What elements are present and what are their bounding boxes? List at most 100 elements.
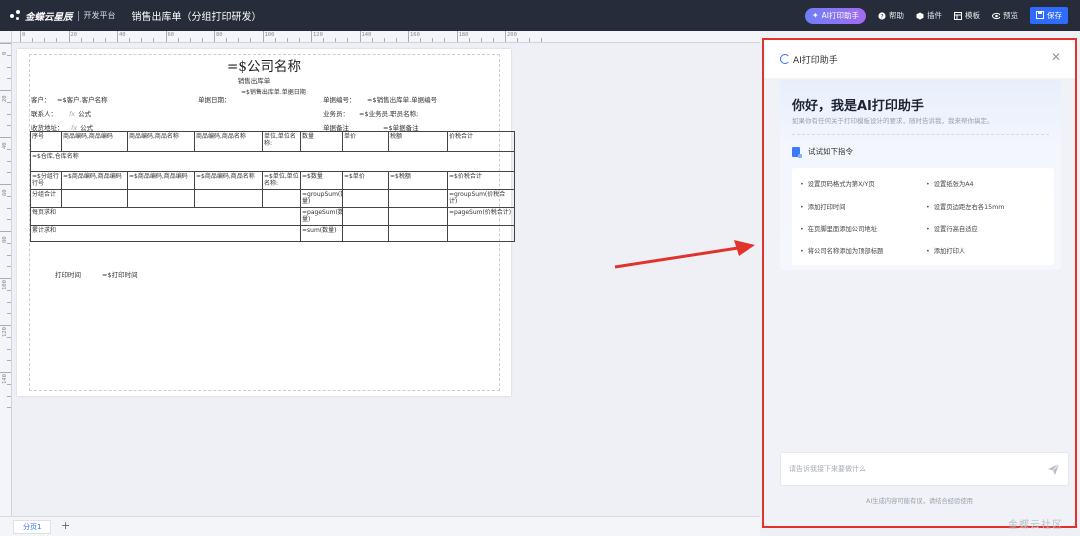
tab-page-1[interactable]: 分页1 (13, 520, 52, 534)
ruler-tick (286, 38, 288, 42)
table-cell[interactable] (342, 225, 389, 242)
table-cell[interactable] (388, 189, 448, 208)
ruler-tick (92, 38, 94, 42)
table-cell[interactable]: 分组合计 (30, 189, 62, 208)
table-cell[interactable]: =groupSum(价税合计) (447, 189, 515, 208)
close-icon[interactable]: ✕ (1051, 50, 1061, 64)
table-cell[interactable]: =$税额 (388, 171, 448, 190)
table-cell[interactable]: =$商品编码,商品编码 (61, 171, 128, 190)
ruler-tick (0, 231, 11, 232)
salesman-label[interactable]: 业务员： (323, 108, 349, 118)
command-item[interactable]: 设置纸张为A4 (926, 179, 974, 188)
ruler-tick (7, 54, 11, 56)
ruler-label: 60 (167, 32, 175, 38)
ruler-label: 100 (264, 32, 275, 38)
ruler-tick (7, 78, 11, 80)
table-header-row: 序号 商品编码,商品编码 商品编码,商品名称 商品编码,商品名称 单位,单位名称… (30, 131, 515, 152)
ruler-tick (7, 336, 11, 338)
table-cell[interactable]: 价税合计 (447, 131, 515, 152)
preview-button[interactable]: 预览 (992, 10, 1018, 21)
ai-assistant-button[interactable]: ✦ AI打印助手 (804, 7, 866, 24)
ruler-tick (274, 38, 276, 42)
salesman-field[interactable]: =$业务员.职员名称; (359, 108, 418, 118)
print-page[interactable]: =$公司名称 销售出库单 客户： =$客户.客户名称 单据日期： =$销售出库单… (17, 49, 515, 396)
table-cell[interactable] (447, 225, 515, 242)
table-cell[interactable]: 税额 (388, 131, 448, 152)
help-icon: ? (878, 11, 886, 20)
logo: 金蝶云星辰 开发平台 (10, 9, 116, 23)
customer-field[interactable]: =$客户.客户名称 (57, 94, 108, 104)
add-page-button[interactable]: + (61, 519, 70, 532)
preview-label: 预览 (1003, 11, 1018, 20)
ruler-tick (20, 31, 21, 42)
table-cell[interactable] (194, 189, 263, 208)
send-icon[interactable] (1047, 463, 1060, 476)
table-cell[interactable]: =sum(数量) (300, 225, 343, 242)
table-cell[interactable]: 商品编码,商品名称 (127, 131, 195, 152)
table-cell[interactable]: 累计求和 (30, 225, 301, 242)
command-item[interactable]: 将公司名称添加为顶部标题 (800, 246, 884, 255)
horizontal-ruler[interactable]: 0 20 40 60 80 100 120 140 160 180 200 (12, 31, 760, 43)
date-field[interactable]: =$销售出库单.单据日期 (241, 89, 313, 96)
table-cell[interactable]: 单价 (342, 131, 389, 152)
table-cell[interactable] (342, 189, 389, 208)
ai-prompt-input[interactable] (789, 462, 1029, 476)
ruler-tick (347, 38, 349, 42)
number-field[interactable]: =$销售出库单.单据编号 (367, 94, 437, 104)
table-cell[interactable] (61, 189, 128, 208)
document-subtitle[interactable]: 销售出库单 (17, 75, 491, 85)
command-item[interactable]: 设置页码格式为第X/Y页 (800, 179, 875, 188)
table-cell[interactable] (262, 189, 301, 208)
table-cell[interactable] (127, 189, 195, 208)
table-cell[interactable]: 单位,单位名称: (262, 131, 301, 152)
detail-table[interactable]: 序号 商品编码,商品编码 商品编码,商品名称 商品编码,商品名称 单位,单位名称… (30, 131, 515, 242)
try-commands-header: 试试如下指令 (792, 146, 853, 158)
save-button[interactable]: 保存 (1030, 7, 1068, 24)
help-button[interactable]: ? 帮助 (878, 10, 904, 21)
date-label[interactable]: 单据日期： (198, 94, 231, 104)
vertical-ruler[interactable]: 0 20 40 60 80 100 120 140 (0, 43, 12, 516)
ruler-tick (0, 184, 11, 185)
contact-field[interactable]: fx 公式 (69, 108, 91, 118)
table-cell[interactable] (342, 207, 389, 226)
company-name-field[interactable]: =$公司名称 (17, 55, 511, 75)
table-cell[interactable]: 每页求和 (30, 207, 301, 226)
ai-assistant-panel: AI打印助手 ✕ 你好，我是AI打印助手 如果你有任何关于打印模板设计的要求，随… (762, 38, 1077, 528)
table-cell[interactable]: =groupSum(数量) (300, 189, 343, 208)
table-cell[interactable]: =pageSum(数量) (300, 207, 343, 226)
ruler-tick (214, 31, 215, 42)
command-item[interactable]: 设置行高自适应 (926, 224, 978, 233)
table-cell[interactable]: =$分组行行号 (30, 171, 62, 190)
table-cell[interactable] (388, 225, 448, 242)
table-cell[interactable]: =$商品编码,商品编码 (127, 171, 195, 190)
table-cell[interactable]: 序号 (30, 131, 62, 152)
table-cell[interactable] (388, 207, 448, 226)
ruler-label: 180 (458, 32, 469, 38)
table-cell[interactable]: =$单位,单位名称: (262, 171, 301, 190)
ruler-tick (517, 38, 519, 42)
print-time-label[interactable]: 打印时间 (55, 269, 81, 279)
table-cumulative-row: 累计求和 =sum(数量) (30, 225, 515, 242)
table-cell[interactable]: =$商品编码,商品名称 (194, 171, 263, 190)
ruler-tick (226, 38, 228, 42)
design-canvas[interactable]: =$公司名称 销售出库单 客户： =$客户.客户名称 单据日期： =$销售出库单… (12, 43, 760, 516)
command-item[interactable]: 添加打印时间 (800, 202, 846, 211)
table-cell[interactable]: 商品编码,商品名称 (194, 131, 263, 152)
template-button[interactable]: 模板 (954, 10, 980, 21)
command-item[interactable]: 设置页边距左右各15mm (926, 202, 1005, 211)
command-item[interactable]: 在页脚里面添加公司地址 (800, 224, 877, 233)
print-time-field[interactable]: =$打印时间 (102, 269, 138, 279)
page-tab-bar: 分页1 + (0, 516, 760, 536)
table-cell[interactable]: =$数量 (300, 171, 343, 190)
table-cell[interactable]: =$单价 (342, 171, 389, 190)
table-cell[interactable]: 商品编码,商品编码 (61, 131, 128, 152)
number-label[interactable]: 单据编号： (323, 94, 356, 104)
customer-label[interactable]: 客户： (31, 94, 51, 104)
plugin-button[interactable]: 插件 (916, 10, 942, 21)
table-cell[interactable]: 数量 (300, 131, 343, 152)
table-cell[interactable]: =$价税合计 (447, 171, 515, 190)
table-cell[interactable]: =pageSum(价税合计) (447, 207, 515, 226)
command-item[interactable]: 添加打印人 (926, 246, 965, 255)
table-cell[interactable]: =$仓库,仓库名称 (30, 151, 515, 172)
contact-label[interactable]: 联系人： (31, 108, 57, 118)
